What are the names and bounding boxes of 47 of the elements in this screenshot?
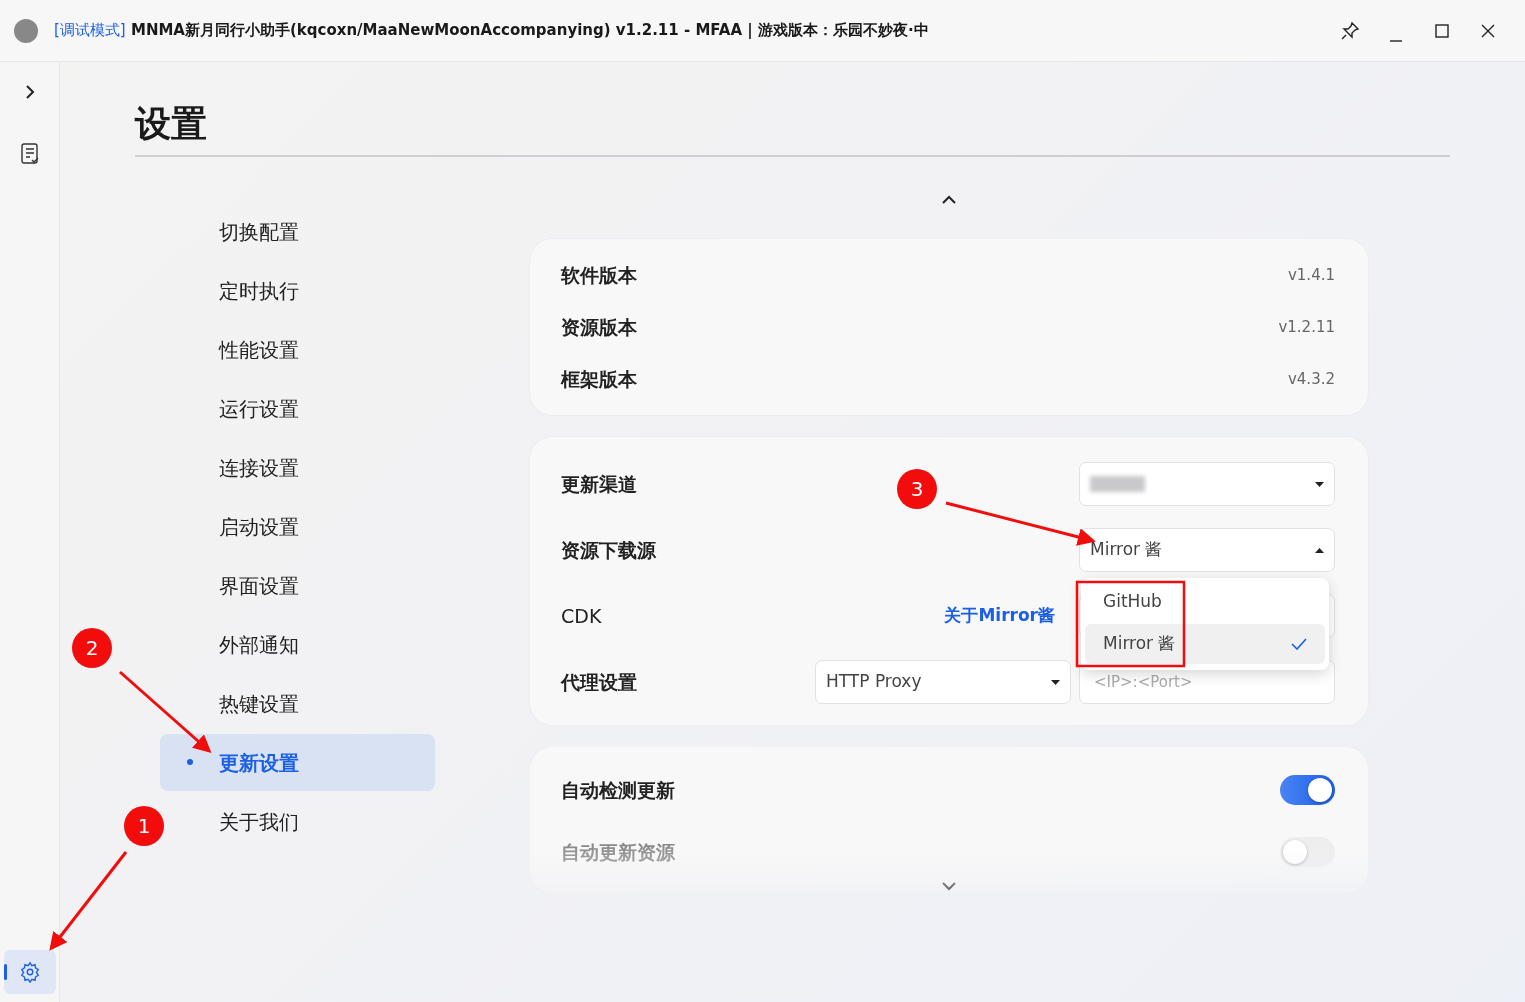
nav-item[interactable]: 连接设置 xyxy=(160,438,435,498)
dropdown[interactable]: Mirror 酱 xyxy=(1079,528,1335,573)
dropdown[interactable]: HTTP Proxy xyxy=(815,660,1071,705)
nav-item[interactable]: 界面设置 xyxy=(160,556,435,616)
nav-item[interactable]: 定时执行 xyxy=(160,261,435,321)
dropdown-option[interactable]: Mirror 酱 xyxy=(1085,624,1325,665)
settings-icon xyxy=(19,961,41,983)
window-title: MNMA新月同行小助手(kqcoxn/MaaNewMoonAccompanying) v1.2.11 - MFAA | 游戏版本：乐园不妙夜·中 xyxy=(130,21,929,40)
setting-label: 资源版本 xyxy=(561,314,637,340)
setting-label: 代理设置 xyxy=(561,669,637,695)
step-marker: 2 xyxy=(72,628,112,668)
maximize-icon xyxy=(1435,23,1449,38)
minimize-icon xyxy=(1389,39,1403,42)
scroll-down-icon[interactable] xyxy=(942,882,956,892)
caret-icon xyxy=(1051,679,1060,685)
setting-label: CDK xyxy=(561,603,602,629)
nav-item[interactable]: 运行设置 xyxy=(160,379,435,439)
caret-icon xyxy=(1315,547,1324,553)
version-value: v4.3.2 xyxy=(1287,368,1335,390)
nav-item[interactable]: 切换配置 xyxy=(160,202,435,262)
setting-label: 资源下载源 xyxy=(561,537,656,563)
app-avatar xyxy=(14,18,38,43)
toggle-switch[interactable] xyxy=(1280,775,1335,806)
setting-label: 框架版本 xyxy=(561,366,637,392)
setting-label: 软件版本 xyxy=(561,262,637,288)
scroll-up-icon[interactable] xyxy=(942,195,956,205)
setting-label: 自动更新资源 xyxy=(561,839,675,865)
settings-button[interactable] xyxy=(4,950,56,994)
nav-item[interactable]: 更新设置 xyxy=(160,734,435,792)
mode-tag: [调试模式] xyxy=(54,21,126,40)
setting-label: 更新渠道 xyxy=(561,471,637,497)
checklist-icon xyxy=(21,143,39,165)
version-value: v1.2.11 xyxy=(1278,316,1335,338)
nav-item[interactable]: 性能设置 xyxy=(160,320,435,380)
nav-item[interactable]: 启动设置 xyxy=(160,497,435,557)
nav-item[interactable]: 热键设置 xyxy=(160,674,435,734)
nav-item[interactable]: 外部通知 xyxy=(160,615,435,675)
page-title: 设置 xyxy=(135,102,1450,158)
chevron-right-icon xyxy=(25,84,35,100)
checkmark-icon xyxy=(1291,638,1307,651)
link[interactable]: 关于Mirror酱 xyxy=(944,603,1055,629)
dropdown-option[interactable]: GitHub xyxy=(1085,582,1325,623)
version-value: v1.4.1 xyxy=(1287,264,1335,286)
setting-label: 自动检测更新 xyxy=(561,777,675,803)
caret-icon xyxy=(1315,481,1324,487)
step-marker: 1 xyxy=(124,806,164,846)
close-icon xyxy=(1481,23,1495,38)
